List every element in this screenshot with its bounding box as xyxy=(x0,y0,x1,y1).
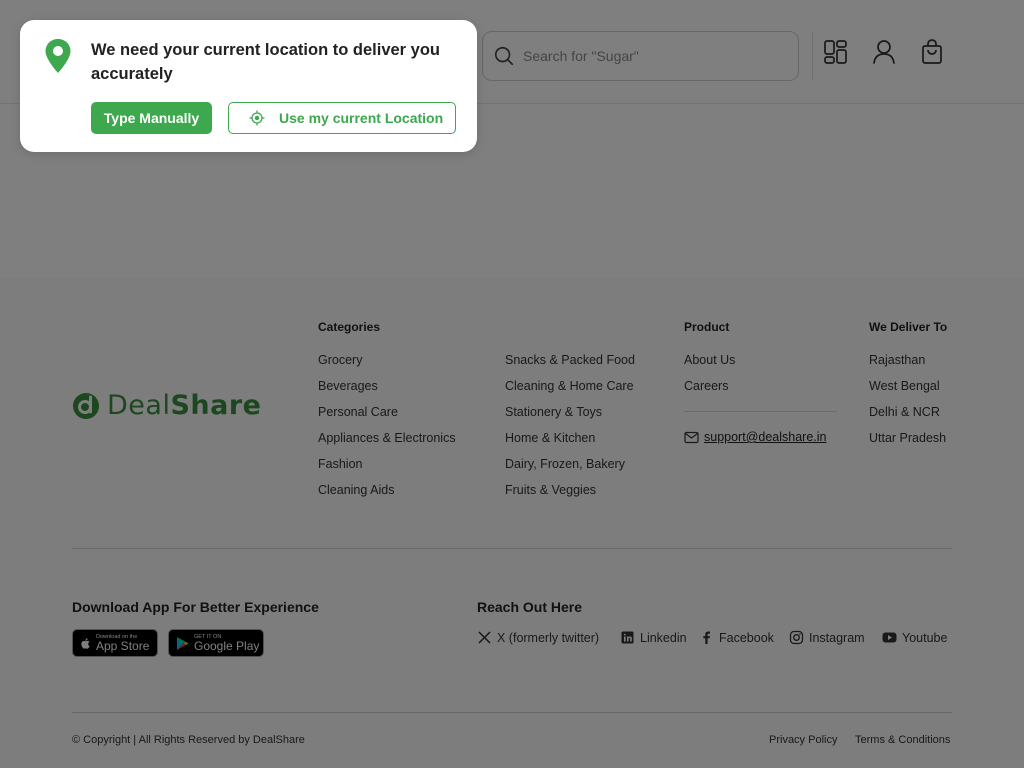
location-message: We need your current location to deliver… xyxy=(91,41,441,83)
type-manually-button[interactable]: Type Manually xyxy=(91,102,212,134)
location-pin-icon xyxy=(45,39,71,73)
crosshair-icon xyxy=(249,110,265,126)
use-current-location-label: Use my current Location xyxy=(279,110,444,126)
use-current-location-button[interactable]: Use my current Location xyxy=(228,102,456,134)
location-popup: We need your current location to deliver… xyxy=(20,20,477,152)
